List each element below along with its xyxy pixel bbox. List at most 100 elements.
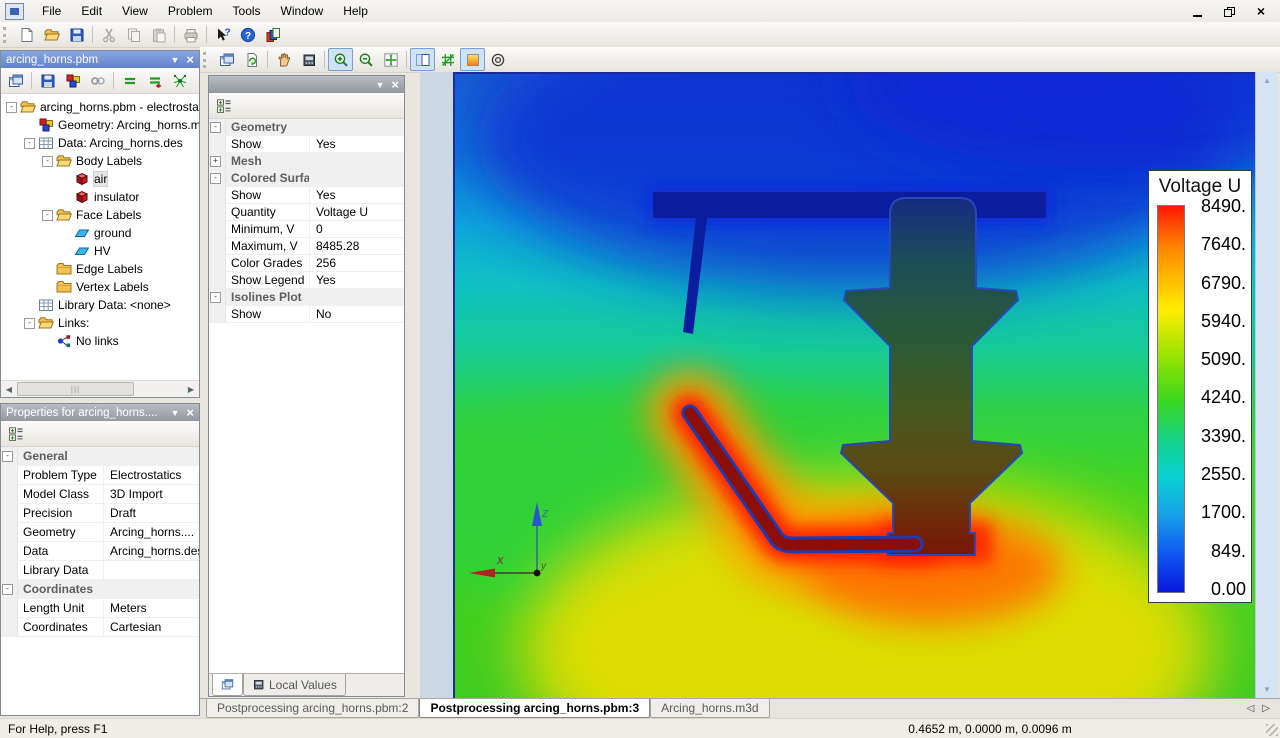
menu-window[interactable]: Window bbox=[271, 3, 334, 19]
expander-icon[interactable]: - bbox=[24, 138, 35, 149]
property-row[interactable]: ShowYes bbox=[209, 187, 404, 204]
pan-button[interactable] bbox=[271, 48, 296, 71]
scroll-up-icon[interactable]: ▲ bbox=[1263, 72, 1271, 89]
zoom-extents-button[interactable] bbox=[378, 48, 403, 71]
property-row[interactable]: Minimum, V0 bbox=[209, 221, 404, 238]
context-help-button[interactable] bbox=[210, 23, 235, 46]
tab-view-properties[interactable] bbox=[212, 674, 243, 696]
expander-icon[interactable]: - bbox=[24, 318, 35, 329]
property-value[interactable]: Arcing_horns.... bbox=[104, 525, 199, 539]
tree-item-air[interactable]: air bbox=[1, 170, 199, 188]
property-row[interactable]: ShowYes bbox=[209, 136, 404, 153]
resize-grip[interactable] bbox=[1266, 724, 1278, 736]
menu-problem[interactable]: Problem bbox=[158, 3, 223, 19]
open-button[interactable] bbox=[39, 23, 64, 46]
viewport-vertical-scrollbar[interactable]: ▲ ▼ bbox=[1255, 72, 1278, 698]
voltage-colormap-plot[interactable]: x z y bbox=[455, 74, 1255, 698]
expander-icon[interactable]: + bbox=[210, 156, 221, 167]
categorize-button[interactable] bbox=[211, 94, 236, 117]
colored-surface-toggle-button[interactable] bbox=[460, 48, 485, 71]
tab-postprocessing-2[interactable]: Postprocessing arcing_horns.pbm:2 bbox=[206, 699, 419, 718]
window-manager-button[interactable] bbox=[260, 23, 285, 46]
property-value[interactable]: Meters bbox=[104, 601, 199, 615]
tree-item-data[interactable]: -Data: Arcing_horns.des bbox=[1, 134, 199, 152]
restore-button[interactable] bbox=[1222, 5, 1236, 17]
menu-edit[interactable]: Edit bbox=[71, 3, 112, 19]
properties-panel-titlebar[interactable]: Properties for arcing_horns.... ▼ × bbox=[1, 404, 199, 421]
geometry-button[interactable] bbox=[60, 69, 85, 92]
close-button[interactable]: × bbox=[1254, 5, 1268, 17]
paste-button[interactable] bbox=[146, 23, 171, 46]
property-row[interactable]: Problem TypeElectrostatics bbox=[1, 466, 199, 485]
property-row[interactable]: ShowNo bbox=[209, 306, 404, 323]
minimize-button[interactable] bbox=[1190, 5, 1204, 17]
property-value[interactable]: 0 bbox=[310, 222, 404, 236]
pane-menu-icon[interactable]: ▼ bbox=[375, 80, 384, 90]
expander-icon[interactable]: - bbox=[210, 122, 221, 133]
property-value[interactable]: Cartesian bbox=[104, 620, 199, 634]
menu-tools[interactable]: Tools bbox=[223, 3, 271, 19]
property-row[interactable]: QuantityVoltage U bbox=[209, 204, 404, 221]
tree-item-problem[interactable]: -arcing_horns.pbm - electrostatics bbox=[1, 98, 199, 116]
view-properties-titlebar[interactable]: ▼ × bbox=[209, 76, 404, 93]
scroll-right-icon[interactable]: ▶ bbox=[183, 382, 199, 396]
tab-postprocessing-3[interactable]: Postprocessing arcing_horns.pbm:3 bbox=[419, 699, 650, 718]
tree-panel-titlebar[interactable]: arcing_horns.pbm ▼ × bbox=[1, 51, 199, 68]
tab-model-m3d[interactable]: Arcing_horns.m3d bbox=[650, 699, 769, 718]
dock-panels-button[interactable] bbox=[214, 48, 239, 71]
property-group[interactable]: -Coordinates bbox=[1, 580, 199, 599]
solve-button[interactable] bbox=[117, 69, 142, 92]
mesh-spider-button[interactable] bbox=[167, 69, 192, 92]
tree-item-hv[interactable]: HV bbox=[1, 242, 199, 260]
pane-menu-icon[interactable]: ▼ bbox=[170, 408, 179, 418]
tree-item-edge-labels[interactable]: Edge Labels bbox=[1, 260, 199, 278]
pane-close-icon[interactable]: × bbox=[391, 80, 399, 90]
tree-item-ground[interactable]: ground bbox=[1, 224, 199, 242]
expander-icon[interactable]: - bbox=[210, 292, 221, 303]
property-row[interactable]: Maximum, V8485.28 bbox=[209, 238, 404, 255]
property-row[interactable]: Length UnitMeters bbox=[1, 599, 199, 618]
copy-button[interactable] bbox=[121, 23, 146, 46]
expander-icon[interactable]: - bbox=[2, 451, 13, 462]
expander-icon[interactable]: - bbox=[6, 102, 17, 113]
toolbar-grip[interactable] bbox=[3, 27, 10, 43]
link-data-button[interactable] bbox=[85, 69, 110, 92]
tree-item-insulator[interactable]: insulator bbox=[1, 188, 199, 206]
expander-icon[interactable]: - bbox=[42, 156, 53, 167]
scrollbar-thumb[interactable]: ||| bbox=[17, 382, 134, 396]
tab-local-values[interactable]: Local Values bbox=[243, 674, 346, 696]
tree-item-face-labels[interactable]: -Face Labels bbox=[1, 206, 199, 224]
property-row[interactable]: PrecisionDraft bbox=[1, 504, 199, 523]
property-group[interactable]: -Isolines Plot bbox=[209, 289, 404, 306]
tree-item-links[interactable]: -Links: bbox=[1, 314, 199, 332]
tab-next-icon[interactable]: ▷ bbox=[1262, 703, 1270, 714]
expander-icon[interactable]: - bbox=[210, 173, 221, 184]
property-row[interactable]: Model Class3D Import bbox=[1, 485, 199, 504]
pane-close-icon[interactable]: × bbox=[186, 408, 194, 418]
tree-item-no-links[interactable]: No links bbox=[1, 332, 199, 350]
help-button[interactable] bbox=[235, 23, 260, 46]
zoom-out-button[interactable] bbox=[353, 48, 378, 71]
save-button[interactable] bbox=[64, 23, 89, 46]
scroll-down-icon[interactable]: ▼ bbox=[1263, 681, 1271, 698]
property-group[interactable]: +Mesh bbox=[209, 153, 404, 170]
property-value[interactable]: Arcing_horns.des bbox=[104, 544, 199, 558]
expander-icon[interactable]: - bbox=[42, 210, 53, 221]
property-row[interactable]: DataArcing_horns.des bbox=[1, 542, 199, 561]
toolbar-grip[interactable] bbox=[203, 52, 210, 68]
property-row[interactable]: Color Grades256 bbox=[209, 255, 404, 272]
app-icon[interactable] bbox=[5, 3, 24, 20]
refresh-view-button[interactable] bbox=[239, 48, 264, 71]
isolines-toggle-button[interactable] bbox=[485, 48, 510, 71]
mesh-toggle-button[interactable] bbox=[435, 48, 460, 71]
property-group[interactable]: -Geometry bbox=[209, 119, 404, 136]
property-value[interactable]: Electrostatics bbox=[104, 468, 199, 482]
property-value[interactable]: 3D Import bbox=[104, 487, 199, 501]
print-button[interactable] bbox=[178, 23, 203, 46]
tree-item-vertex-labels[interactable]: Vertex Labels bbox=[1, 278, 199, 296]
zoom-in-button[interactable] bbox=[328, 48, 353, 71]
menu-view[interactable]: View bbox=[112, 3, 158, 19]
save-problem-button[interactable] bbox=[35, 69, 60, 92]
expander-icon[interactable]: - bbox=[2, 584, 13, 595]
property-value[interactable]: Yes bbox=[310, 273, 404, 287]
